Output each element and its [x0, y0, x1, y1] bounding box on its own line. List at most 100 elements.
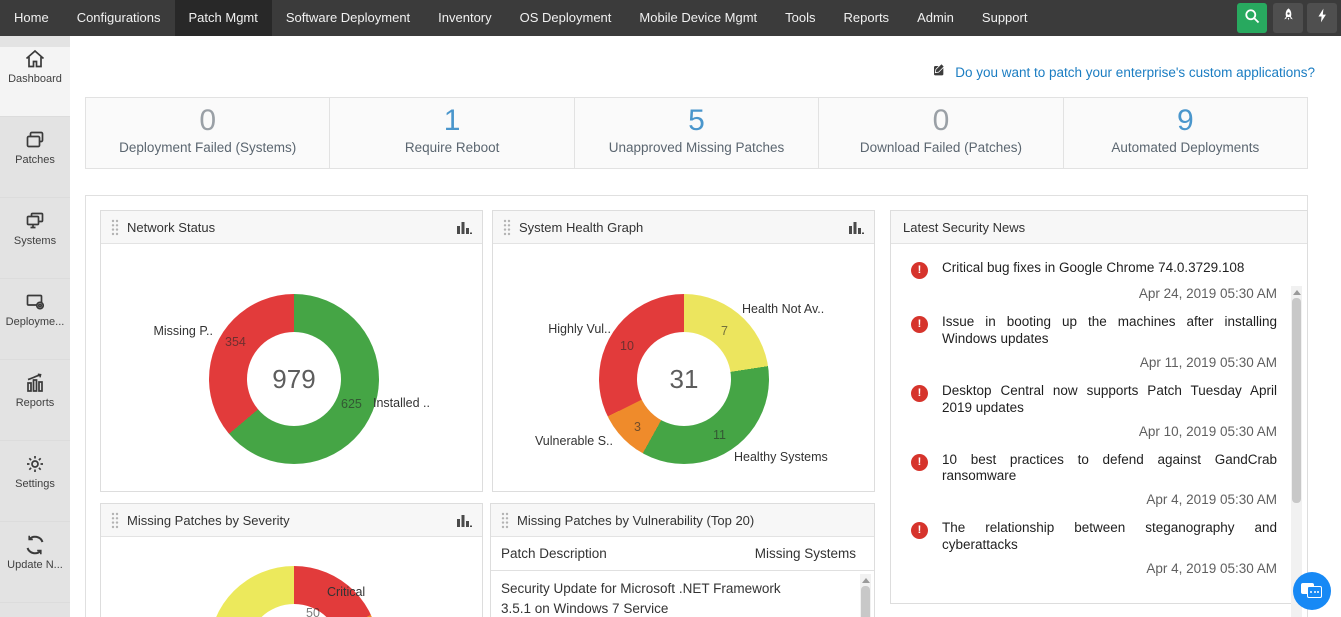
- nav-tab-os-deployment[interactable]: OS Deployment: [506, 0, 626, 36]
- segment-value-health-not-available: 7: [721, 324, 728, 338]
- donut-center-value: 31: [670, 364, 699, 395]
- quick-actions-button[interactable]: [1307, 3, 1337, 33]
- scrollbar-thumb[interactable]: [1292, 298, 1301, 503]
- card-header: Missing Patches by Vulnerability (Top 20…: [491, 504, 874, 537]
- nav-tab-mobile-device-mgmt[interactable]: Mobile Device Mgmt: [625, 0, 771, 36]
- column-missing-systems: Missing Systems: [755, 546, 856, 561]
- system-health-chart-area: 31 Highly Vul.. 10 Health Not Av.. 7 3 V…: [493, 244, 874, 491]
- drag-handle-icon[interactable]: [503, 219, 511, 236]
- card-header: Missing Patches by Severity: [101, 504, 482, 537]
- sidebar-item-settings[interactable]: Settings: [0, 452, 70, 522]
- lightning-icon: [1315, 7, 1330, 29]
- dashboard-panel: Network Status 979 Missing P.. 354 625 I…: [85, 195, 1308, 617]
- stat-value: 0: [819, 104, 1062, 138]
- news-title[interactable]: Desktop Central now supports Patch Tuesd…: [942, 383, 1277, 417]
- sidebar-item-systems[interactable]: Systems: [0, 209, 70, 279]
- news-title[interactable]: The relationship between steganography a…: [942, 520, 1277, 554]
- drag-handle-icon[interactable]: [501, 512, 509, 529]
- stat-download-failed[interactable]: 0 Download Failed (Patches): [819, 98, 1063, 168]
- alert-icon: !: [911, 454, 928, 471]
- segment-label-vulnerable: Vulnerable S..: [513, 434, 613, 448]
- nav-tab-inventory[interactable]: Inventory: [424, 0, 505, 36]
- security-news-card: Latest Security News ! Critical bug fixe…: [890, 210, 1308, 604]
- sidebar-item-patches[interactable]: Patches: [0, 128, 70, 198]
- table-header: Patch Description Missing Systems: [491, 537, 874, 571]
- stat-value: 0: [86, 104, 329, 138]
- segment-label-missing: Missing P..: [121, 324, 213, 338]
- sidebar-label-dashboard: Dashboard: [0, 73, 70, 85]
- segment-label-healthy: Healthy Systems: [734, 450, 828, 464]
- system-health-card: System Health Graph 31 Highly Vul.. 10 H…: [492, 210, 875, 492]
- sidebar-item-deployments[interactable]: Deployme...: [0, 290, 70, 360]
- news-item: ! Desktop Central now supports Patch Tue…: [905, 383, 1277, 439]
- drag-handle-icon[interactable]: [111, 219, 119, 236]
- custom-apps-banner: Do you want to patch your enterprise's c…: [932, 62, 1315, 83]
- network-status-chart-area: 979 Missing P.. 354 625 Installed ..: [101, 244, 482, 491]
- stat-label: Require Reboot: [330, 140, 573, 155]
- sidebar-item-update-now[interactable]: Update N...: [0, 533, 70, 603]
- vulnerability-card: Missing Patches by Vulnerability (Top 20…: [490, 503, 875, 617]
- stat-unapproved-missing[interactable]: 5 Unapproved Missing Patches: [575, 98, 819, 168]
- nav-tab-support[interactable]: Support: [968, 0, 1042, 36]
- news-date: Apr 4, 2019 05:30 AM: [905, 561, 1277, 576]
- network-status-donut[interactable]: 979: [209, 294, 379, 464]
- reports-icon: [23, 371, 47, 395]
- custom-apps-link[interactable]: Do you want to patch your enterprise's c…: [955, 65, 1315, 80]
- news-title[interactable]: Critical bug fixes in Google Chrome 74.0…: [942, 260, 1277, 279]
- card-header: Latest Security News: [891, 211, 1307, 244]
- segment-label-critical: Critical: [327, 585, 365, 599]
- nav-tab-tools[interactable]: Tools: [771, 0, 829, 36]
- stat-label: Download Failed (Patches): [819, 140, 1062, 155]
- segment-label-health-not-available: Health Not Av..: [742, 302, 824, 316]
- nav-tab-admin[interactable]: Admin: [903, 0, 968, 36]
- news-date: Apr 11, 2019 05:30 AM: [905, 355, 1277, 370]
- segment-value-critical: 50: [306, 606, 320, 617]
- pencil-icon: [932, 62, 948, 83]
- scrollbar-thumb[interactable]: [861, 586, 870, 617]
- nav-spacer: [1041, 0, 1237, 36]
- news-date: Apr 4, 2019 05:30 AM: [905, 492, 1277, 507]
- chart-type-icon[interactable]: [849, 221, 864, 234]
- network-status-card: Network Status 979 Missing P.. 354 625 I…: [100, 210, 483, 492]
- sidebar-item-dashboard[interactable]: Dashboard: [0, 47, 70, 117]
- table-row[interactable]: Security Update for Microsoft .NET Frame…: [491, 571, 874, 617]
- card-title: System Health Graph: [519, 220, 643, 235]
- gear-icon: [23, 452, 47, 476]
- news-title[interactable]: Issue in booting up the machines after i…: [942, 314, 1277, 348]
- sidebar-label-deployments: Deployme...: [0, 316, 70, 328]
- severity-card: Missing Patches by Severity Critical 50: [100, 503, 483, 617]
- nav-tab-configurations[interactable]: Configurations: [63, 0, 175, 36]
- scroll-up-icon[interactable]: [862, 578, 870, 583]
- stat-automated-deployments[interactable]: 9 Automated Deployments: [1064, 98, 1307, 168]
- chart-type-icon[interactable]: [457, 514, 472, 527]
- news-title[interactable]: 10 best practices to defend against Gand…: [942, 452, 1277, 486]
- nav-tab-patch-mgmt[interactable]: Patch Mgmt: [175, 0, 272, 36]
- news-date: Apr 24, 2019 05:30 AM: [905, 286, 1277, 301]
- system-health-donut[interactable]: 31: [599, 294, 769, 464]
- stat-value: 1: [330, 104, 573, 138]
- whats-new-button[interactable]: [1273, 3, 1303, 33]
- news-item: ! Issue in booting up the machines after…: [905, 314, 1277, 370]
- nav-tab-software-deployment[interactable]: Software Deployment: [272, 0, 424, 36]
- nav-tab-home[interactable]: Home: [0, 0, 63, 36]
- sidebar-label-patches: Patches: [0, 154, 70, 166]
- search-button[interactable]: [1237, 3, 1267, 33]
- segment-value-healthy: 11: [713, 428, 726, 442]
- chat-button[interactable]: [1293, 572, 1331, 610]
- stat-deployment-failed[interactable]: 0 Deployment Failed (Systems): [86, 98, 330, 168]
- stat-require-reboot[interactable]: 1 Require Reboot: [330, 98, 574, 168]
- sidebar-label-settings: Settings: [0, 478, 70, 490]
- scroll-up-icon[interactable]: [1293, 290, 1301, 295]
- segment-value-missing: 354: [225, 335, 246, 349]
- card-title: Latest Security News: [903, 220, 1025, 235]
- card-header: System Health Graph: [493, 211, 874, 244]
- drag-handle-icon[interactable]: [111, 512, 119, 529]
- deployment-icon: [23, 290, 47, 314]
- sidebar-item-reports[interactable]: Reports: [0, 371, 70, 441]
- stat-label: Unapproved Missing Patches: [575, 140, 818, 155]
- segment-value-vulnerable: 3: [634, 420, 641, 434]
- alert-icon: !: [911, 522, 928, 539]
- chart-type-icon[interactable]: [457, 221, 472, 234]
- nav-tab-reports[interactable]: Reports: [830, 0, 904, 36]
- summary-stats-row: 0 Deployment Failed (Systems) 1 Require …: [85, 97, 1308, 169]
